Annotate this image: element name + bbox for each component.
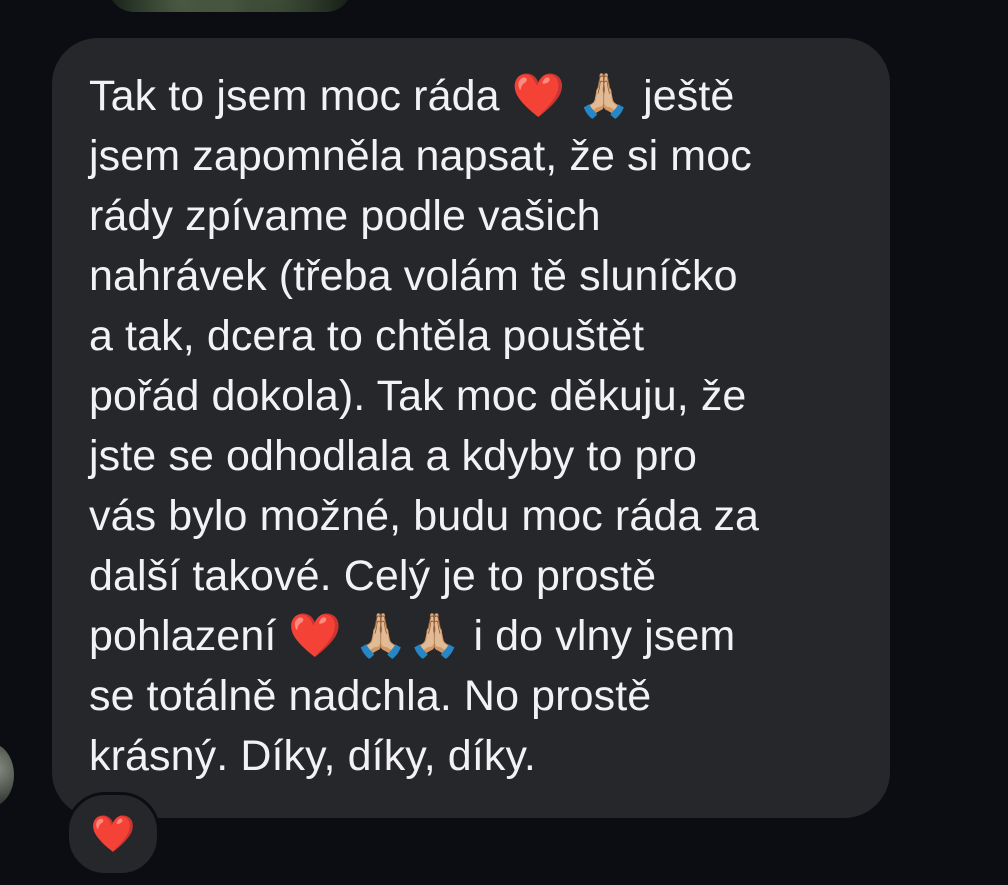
heart-icon: ❤️ xyxy=(90,813,136,854)
message-text: Tak to jsem moc ráda ❤️ 🙏🏼 ještě jsem za… xyxy=(89,72,760,780)
sender-avatar[interactable] xyxy=(0,743,14,807)
previous-message-image[interactable] xyxy=(108,0,352,12)
chat-screen: Tak to jsem moc ráda ❤️ 🙏🏼 ještě jsem za… xyxy=(0,0,1008,885)
heart-reaction-button[interactable]: ❤️ xyxy=(66,792,160,876)
